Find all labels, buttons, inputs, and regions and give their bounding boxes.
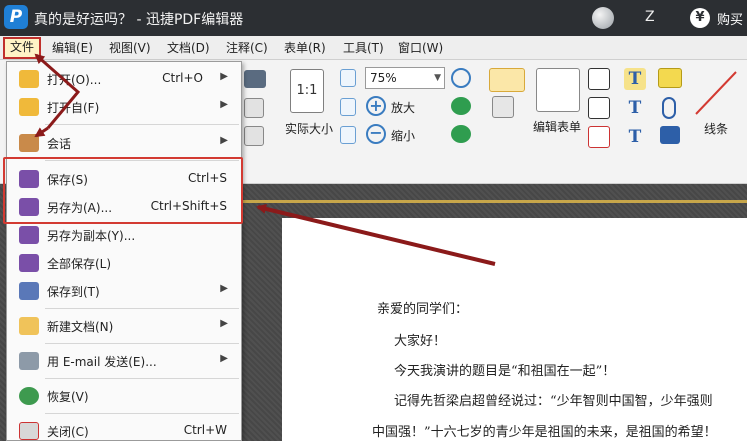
annotation-arrows <box>34 53 496 266</box>
arrow-to-file-menu <box>34 53 81 129</box>
arrow-to-save-as <box>256 204 496 266</box>
arrow-to-session <box>34 126 49 138</box>
